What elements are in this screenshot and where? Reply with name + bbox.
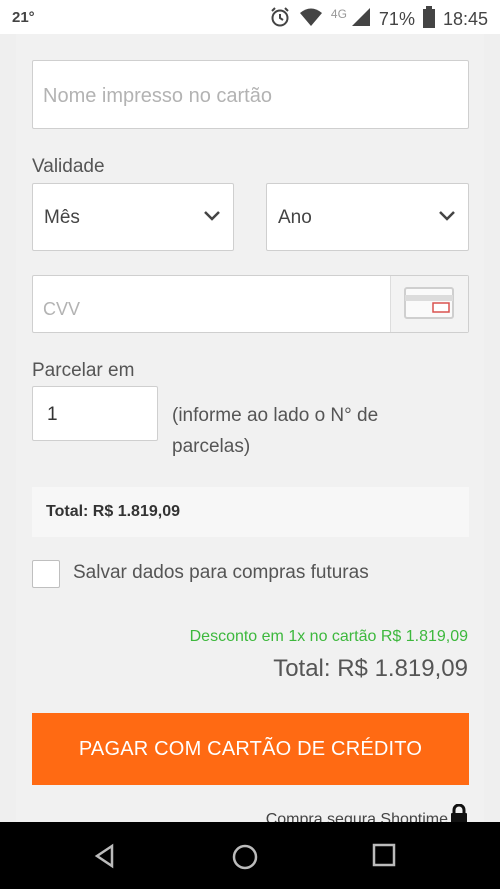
clock: 18:45 [442, 9, 488, 29]
alarm-icon [269, 6, 291, 33]
cvv-addon [390, 276, 468, 332]
cvv-placeholder: CVV [43, 299, 81, 319]
credit-card-form: Nome impresso no cartão Validade Mês Ano… [16, 34, 484, 822]
pay-with-credit-card-button[interactable]: PAGAR COM CARTÃO DE CRÉDITO [32, 713, 469, 785]
save-data-checkbox[interactable] [32, 560, 60, 588]
battery-icon [422, 6, 435, 33]
battery-percent: 71% [378, 9, 415, 29]
summary-total: Total: R$ 1.819,09 [46, 503, 180, 520]
cvv-input[interactable]: CVV [32, 275, 469, 333]
system-navigation-bar [0, 822, 500, 889]
signal-icon [351, 7, 371, 32]
year-select-value: Ano [278, 207, 312, 228]
status-bar: 21° 4G 71% 18:45 [0, 0, 500, 34]
installments-label: Parcelar em [32, 360, 135, 381]
chevron-down-icon [204, 211, 220, 221]
checkout-screen: Nome impresso no cartão Validade Mês Ano… [0, 34, 500, 822]
chevron-down-icon [439, 211, 455, 221]
name-on-card-input[interactable]: Nome impresso no cartão [32, 60, 469, 129]
network-type: 4G [330, 6, 347, 21]
name-on-card-placeholder: Nome impresso no cartão [43, 85, 272, 107]
discount-text: Desconto em 1x no cartão R$ 1.819,09 [189, 628, 468, 645]
recents-icon[interactable] [372, 843, 396, 867]
month-select[interactable]: Mês [32, 183, 234, 251]
installments-hint: (informe ao lado o N° de parcelas) [172, 405, 379, 457]
secure-purchase-text: Compra segura Shoptime [265, 811, 448, 822]
lock-icon [451, 804, 467, 822]
validity-label: Validade [32, 156, 105, 177]
grand-total: Total: R$ 1.819,09 [273, 655, 468, 682]
status-icons: 4G 71% 18:45 [269, 6, 488, 33]
month-select-value: Mês [44, 207, 80, 228]
installments-input[interactable]: 1 [32, 386, 158, 441]
home-icon[interactable] [231, 843, 259, 871]
save-data-label: Salvar dados para compras futuras [73, 562, 369, 583]
installments-value: 1 [47, 404, 58, 425]
wifi-icon [299, 7, 323, 32]
year-select[interactable]: Ano [266, 183, 469, 251]
card-cvv-icon [404, 287, 454, 319]
temperature: 21° [12, 9, 35, 26]
back-icon[interactable] [92, 843, 118, 869]
summary-total-box: Total: R$ 1.819,09 [32, 487, 469, 537]
